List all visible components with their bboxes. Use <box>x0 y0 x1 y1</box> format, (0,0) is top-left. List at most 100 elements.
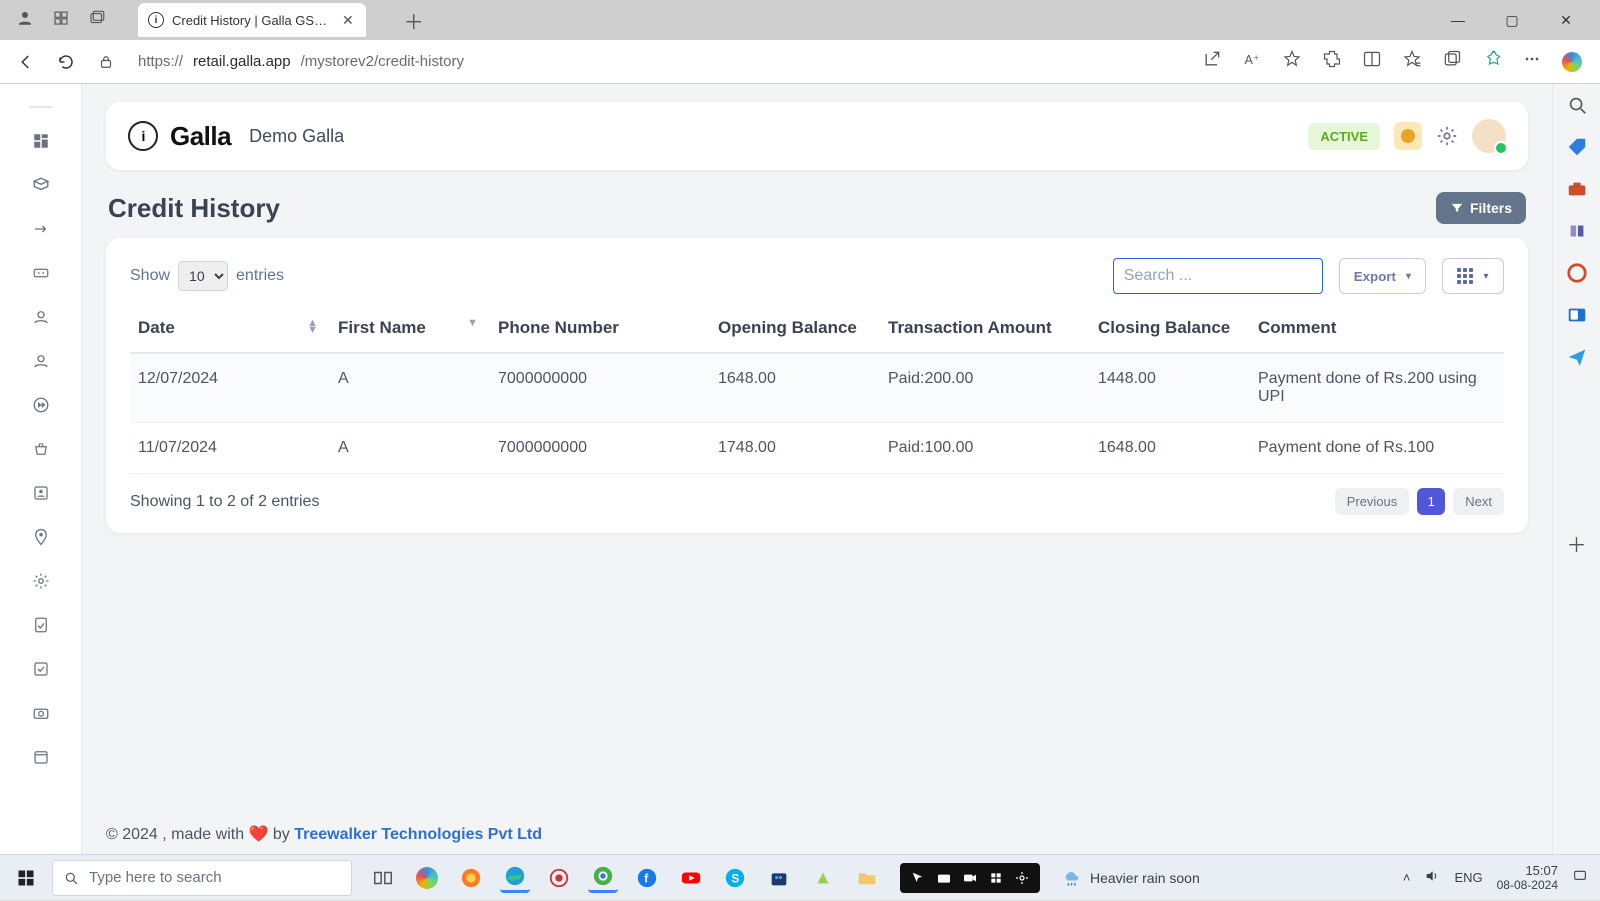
filters-button[interactable]: Filters <box>1436 192 1526 224</box>
table-toolbar: Show 10 entries Export ▾ ▾ <box>130 258 1504 294</box>
edge-toolbox-icon[interactable] <box>1566 178 1588 200</box>
weather-widget[interactable]: Heavier rain soon <box>1062 868 1200 888</box>
nav-transfer-icon[interactable] <box>19 210 63 248</box>
copilot-taskbar-icon[interactable] <box>412 863 442 893</box>
export-button[interactable]: Export ▾ <box>1339 258 1426 294</box>
youtube-icon[interactable] <box>676 863 706 893</box>
record-icon[interactable] <box>544 863 574 893</box>
tray-volume-icon[interactable] <box>1424 868 1440 887</box>
edge-add-icon[interactable]: ＋ <box>1567 529 1587 558</box>
chrome-icon[interactable] <box>588 863 618 893</box>
avatar[interactable] <box>1472 119 1506 153</box>
url-scheme: https:// <box>138 53 183 70</box>
collections-icon[interactable] <box>1442 49 1462 74</box>
start-button[interactable] <box>4 855 48 901</box>
nav-back-button[interactable] <box>12 48 40 76</box>
header-settings-icon[interactable] <box>1436 125 1458 147</box>
pager-page-1[interactable]: 1 <box>1417 488 1445 515</box>
skype-icon[interactable]: S <box>720 863 750 893</box>
nav-basket-icon[interactable] <box>19 430 63 468</box>
taskbar-search-placeholder: Type here to search <box>89 869 222 886</box>
page-size-select[interactable]: 10 <box>178 261 228 291</box>
nav-refresh-button[interactable] <box>52 48 80 76</box>
facebook-icon[interactable]: f <box>632 863 662 893</box>
browser-tools-icon[interactable] <box>1482 49 1502 74</box>
favorites-list-icon[interactable] <box>1402 49 1422 74</box>
col-opening[interactable]: Opening Balance <box>710 308 880 353</box>
tray-clock[interactable]: 15:07 08-08-2024 <box>1497 864 1558 892</box>
workspaces-icon[interactable] <box>52 9 70 32</box>
tray-chevron-up-icon[interactable]: ˄ <box>1403 870 1411 885</box>
window-maximize-button[interactable]: ▢ <box>1494 5 1530 35</box>
window-close-button[interactable]: ✕ <box>1548 5 1584 35</box>
col-date[interactable]: Date▲▼ <box>130 308 330 353</box>
column-visibility-button[interactable]: ▾ <box>1442 258 1504 294</box>
filter-icon <box>1450 201 1464 215</box>
col-comment[interactable]: Comment <box>1250 308 1504 353</box>
favorite-star-icon[interactable] <box>1282 49 1302 74</box>
taskbar-search[interactable]: Type here to search <box>52 860 352 896</box>
nav-calendar-icon[interactable] <box>19 738 63 776</box>
rail-collapse-handle[interactable] <box>29 106 53 108</box>
table-row[interactable]: 11/07/2024 A 7000000000 1748.00 Paid:100… <box>130 423 1504 474</box>
new-tab-button[interactable]: ＋ <box>398 6 430 35</box>
nav-checkbox-icon[interactable] <box>19 650 63 688</box>
more-menu-icon[interactable] <box>1522 49 1542 74</box>
video-small-icon <box>962 870 978 886</box>
col-txn[interactable]: Transaction Amount <box>880 308 1090 353</box>
pager-next-button[interactable]: Next <box>1453 488 1504 515</box>
edge-send-icon[interactable] <box>1566 346 1588 368</box>
nav-contacts-icon[interactable] <box>19 474 63 512</box>
edge-games-icon[interactable] <box>1566 220 1588 242</box>
col-closing[interactable]: Closing Balance <box>1090 308 1250 353</box>
profile-icon[interactable] <box>16 9 34 32</box>
app-misc-icon[interactable] <box>808 863 838 893</box>
firefox-icon[interactable] <box>456 863 486 893</box>
system-tray: ˄ ENG 15:07 08-08-2024 <box>1403 864 1596 892</box>
edge-icon[interactable] <box>500 863 530 893</box>
nav-camera-icon[interactable] <box>19 694 63 732</box>
col-first-name[interactable]: First Name▼ <box>330 308 490 353</box>
nav-products-icon[interactable] <box>19 166 63 204</box>
credit-history-table: Date▲▼ First Name▼ Phone Number Opening … <box>130 308 1504 474</box>
edge-outlook-icon[interactable] <box>1566 304 1588 326</box>
url-field[interactable]: https://retail.galla.app/mystorev2/credi… <box>132 53 1190 70</box>
nav-coupons-icon[interactable] <box>19 254 63 292</box>
task-view-icon[interactable] <box>368 863 398 893</box>
close-tab-icon[interactable]: ✕ <box>340 10 356 31</box>
nav-fastforward-icon[interactable] <box>19 386 63 424</box>
file-explorer-icon[interactable] <box>852 863 882 893</box>
nav-staff-icon[interactable] <box>19 342 63 380</box>
window-minimize-button[interactable]: — <box>1440 5 1476 35</box>
tray-date: 08-08-2024 <box>1497 878 1558 892</box>
site-info-icon[interactable] <box>92 48 120 76</box>
nav-report-icon[interactable] <box>19 606 63 644</box>
copilot-icon[interactable] <box>1562 52 1582 72</box>
extensions-icon[interactable] <box>1322 49 1342 74</box>
edge-office-icon[interactable] <box>1566 262 1588 284</box>
table-row[interactable]: 12/07/2024 A 7000000000 1648.00 Paid:200… <box>130 353 1504 423</box>
recording-tray[interactable] <box>900 863 1040 893</box>
pager-prev-button[interactable]: Previous <box>1335 488 1410 515</box>
open-external-icon[interactable] <box>1202 49 1222 74</box>
titlebar-left: i Credit History | Galla GST - Inven ✕ ＋ <box>6 3 430 37</box>
credits-icon[interactable] <box>1394 122 1422 150</box>
tab-actions-icon[interactable] <box>88 9 106 32</box>
tray-notifications-icon[interactable] <box>1572 868 1588 887</box>
footer-company-link[interactable]: Treewalker Technologies Pvt Ltd <box>294 826 542 843</box>
tray-lang[interactable]: ENG <box>1454 870 1482 885</box>
main-content: i Galla Demo Galla ACTIVE Credit History… <box>82 84 1552 900</box>
nav-customer-icon[interactable] <box>19 298 63 336</box>
col-phone[interactable]: Phone Number <box>490 308 710 353</box>
nav-location-icon[interactable] <box>19 518 63 556</box>
search-input[interactable] <box>1113 258 1323 294</box>
edge-search-icon[interactable] <box>1566 94 1588 116</box>
ms-store-icon[interactable] <box>764 863 794 893</box>
split-screen-icon[interactable] <box>1362 49 1382 74</box>
nav-settings-icon[interactable] <box>19 562 63 600</box>
browser-tab[interactable]: i Credit History | Galla GST - Inven ✕ <box>138 3 366 37</box>
read-aloud-icon[interactable]: A⁺ <box>1242 49 1262 74</box>
nav-dashboard-icon[interactable] <box>19 122 63 160</box>
edge-shopping-tag-icon[interactable] <box>1566 136 1588 158</box>
url-host: retail.galla.app <box>193 53 291 70</box>
